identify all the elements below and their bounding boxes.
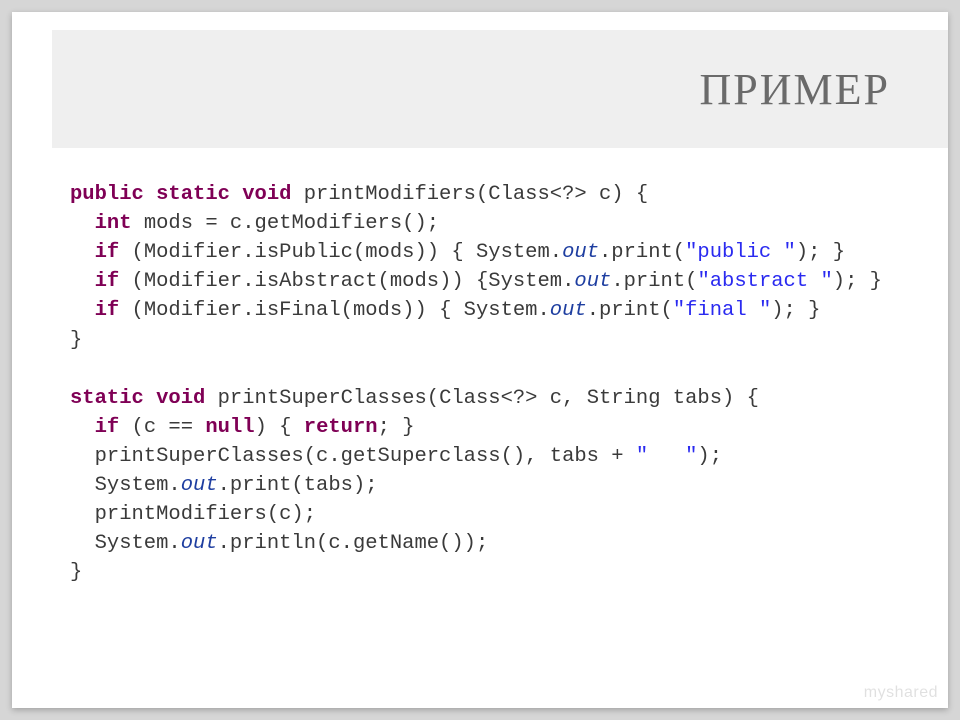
code-token: System. bbox=[70, 474, 181, 497]
code-token: if bbox=[95, 241, 120, 264]
code-token: .println(c.getName()); bbox=[218, 532, 489, 555]
code-token: ); bbox=[697, 445, 722, 468]
code-token: printSuperClasses(c.getSuperclass(), tab… bbox=[70, 445, 636, 468]
code-token: .print(tabs); bbox=[218, 474, 378, 497]
code-token: int bbox=[95, 212, 132, 235]
code-token: (Modifier.isFinal(mods)) { System. bbox=[119, 299, 550, 322]
code-token: (c == bbox=[119, 416, 205, 439]
code-token bbox=[70, 299, 95, 322]
code-token: ); } bbox=[771, 299, 820, 322]
code-token: .print( bbox=[587, 299, 673, 322]
watermark: myshared bbox=[864, 684, 938, 702]
code-token: ) { bbox=[255, 416, 304, 439]
code-token: .print( bbox=[599, 241, 685, 264]
code-token: if bbox=[95, 270, 120, 293]
code-token: out bbox=[181, 532, 218, 555]
code-token bbox=[70, 270, 95, 293]
code-token: ); } bbox=[796, 241, 845, 264]
code-token bbox=[70, 416, 95, 439]
code-token: (Modifier.isPublic(mods)) { System. bbox=[119, 241, 562, 264]
code-token: } bbox=[70, 561, 82, 584]
code-token: out bbox=[574, 270, 611, 293]
code-token: ); } bbox=[833, 270, 882, 293]
code-token: .print( bbox=[611, 270, 697, 293]
code-token: "abstract " bbox=[697, 270, 832, 293]
code-token: if bbox=[95, 299, 120, 322]
code-token: null bbox=[205, 416, 254, 439]
code-token bbox=[70, 212, 95, 235]
slide-title: ПРИМЕР bbox=[700, 64, 891, 115]
code-token: out bbox=[562, 241, 599, 264]
code-token: ; } bbox=[378, 416, 415, 439]
code-token: mods = c.getModifiers(); bbox=[132, 212, 440, 235]
title-strip: ПРИМЕР bbox=[52, 30, 948, 148]
code-token: printModifiers(c); bbox=[70, 503, 316, 526]
code-token: return bbox=[304, 416, 378, 439]
code-token bbox=[70, 241, 95, 264]
code-token: } bbox=[70, 329, 82, 352]
code-token: out bbox=[550, 299, 587, 322]
code-token: System. bbox=[70, 532, 181, 555]
code-token: printModifiers(Class<?> c) { bbox=[291, 183, 648, 206]
code-token: if bbox=[95, 416, 120, 439]
code-token: "public " bbox=[685, 241, 796, 264]
code-token: "final " bbox=[673, 299, 771, 322]
code-token: (Modifier.isAbstract(mods)) {System. bbox=[119, 270, 574, 293]
code-token: " " bbox=[636, 445, 698, 468]
slide: ПРИМЕР public static void printModifiers… bbox=[12, 12, 948, 708]
code-token: printSuperClasses(Class<?> c, String tab… bbox=[205, 387, 759, 410]
code-token: out bbox=[181, 474, 218, 497]
code-token: public static void bbox=[70, 183, 291, 206]
code-block: public static void printModifiers(Class<… bbox=[70, 180, 908, 588]
code-token: static void bbox=[70, 387, 205, 410]
